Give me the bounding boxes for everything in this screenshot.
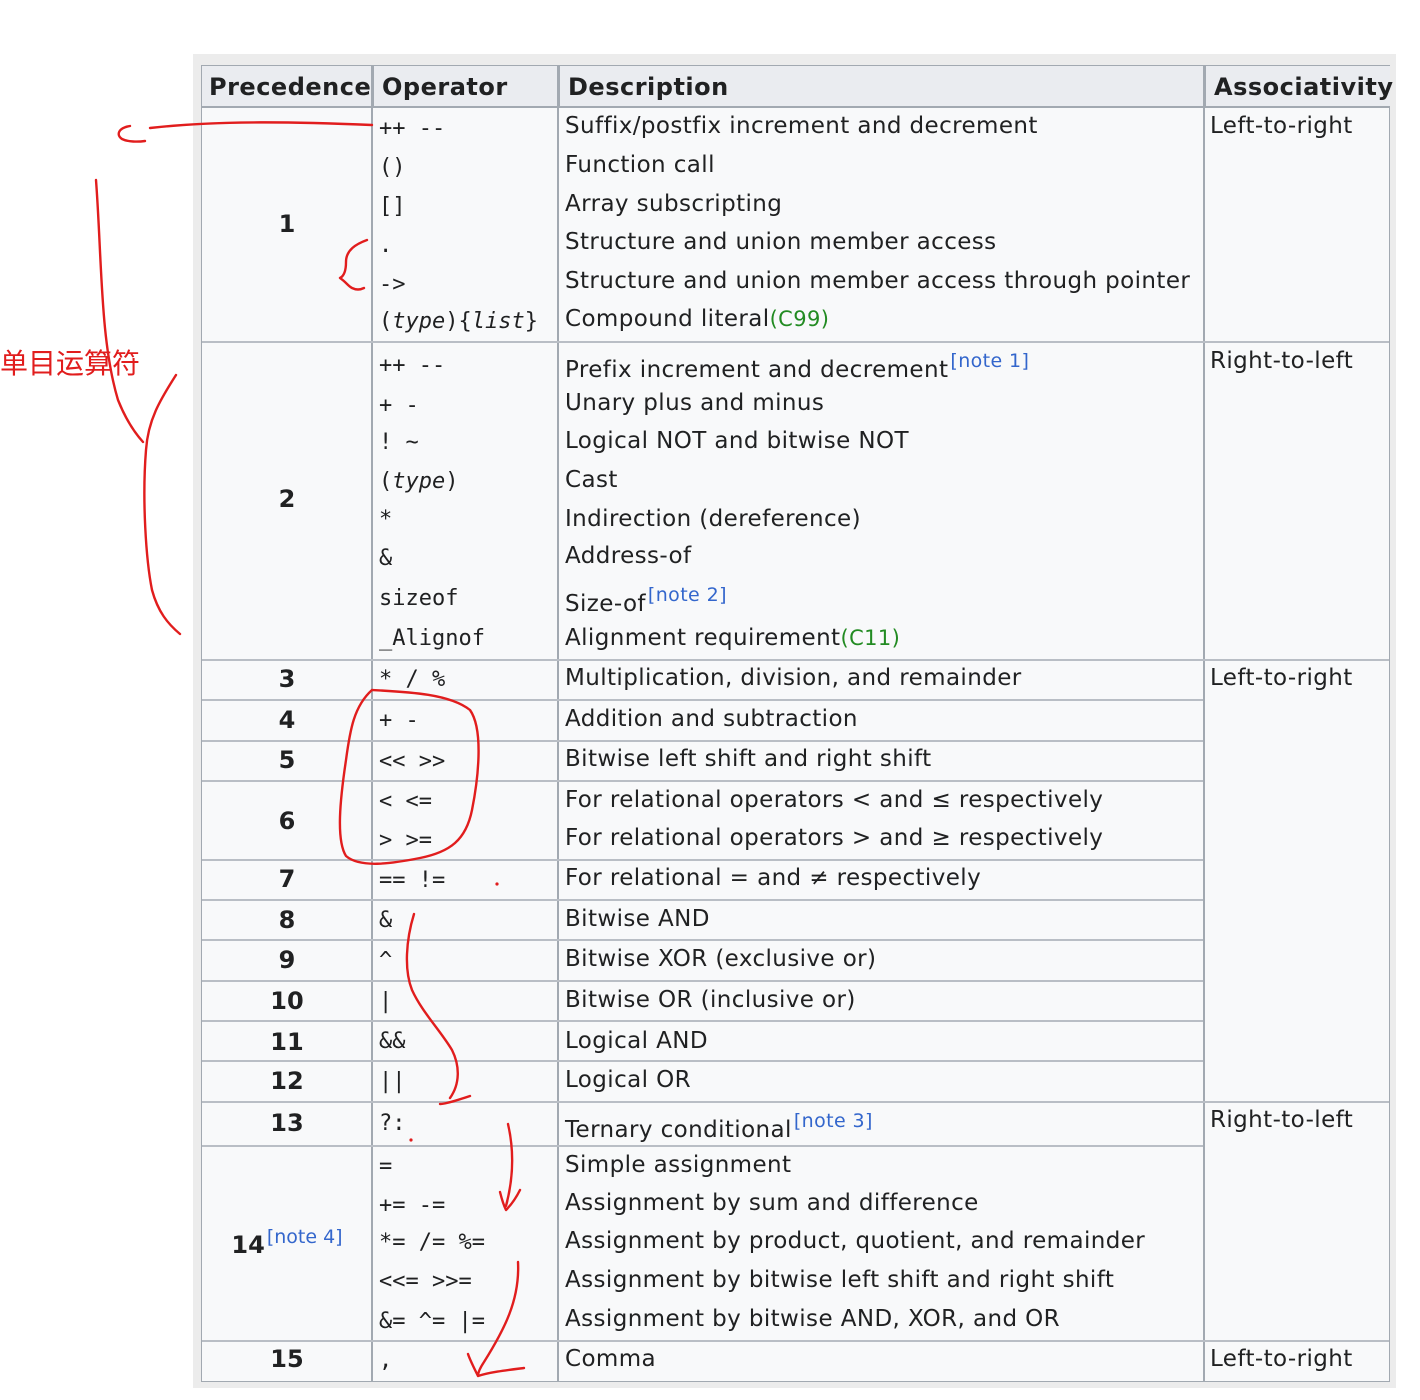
dot-mark [495, 882, 499, 886]
left-bracket-1 [94, 178, 145, 444]
arrow-3 [466, 1260, 526, 1378]
arrow-2 [498, 1122, 522, 1212]
arrow-head-1 [438, 1094, 472, 1106]
left-bracket-2 [143, 373, 182, 636]
dot-mark [409, 1138, 413, 1142]
arrow-to-left [117, 121, 374, 143]
small-brace [338, 238, 369, 291]
handwritten-annotations [94, 121, 526, 1378]
downward-stroke [405, 912, 459, 1100]
circle-loop [338, 688, 480, 865]
